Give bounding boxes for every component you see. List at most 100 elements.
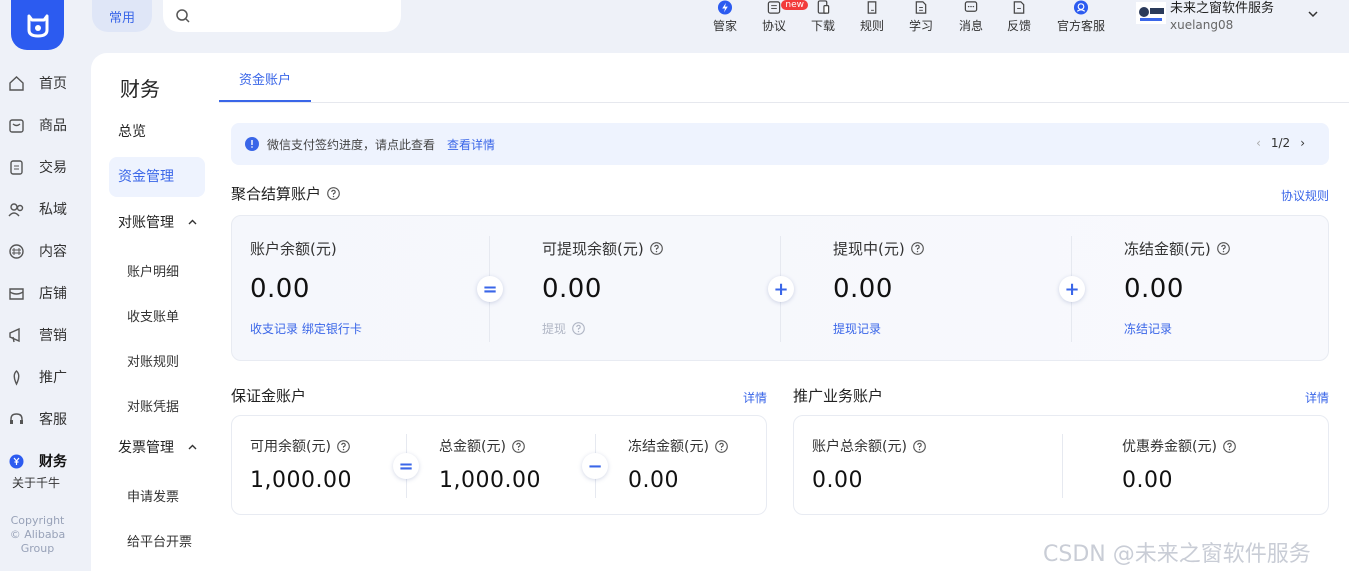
topnav-official-support[interactable]: 官方客服 — [1042, 0, 1120, 40]
sidebar-item-goods[interactable]: 商品 — [0, 104, 90, 146]
sidebar-item-customer-service[interactable]: 客服 — [0, 398, 90, 440]
subnav-invoice[interactable]: 发票管理 — [109, 428, 205, 468]
shop-icon — [9, 287, 24, 300]
search-box[interactable] — [163, 0, 401, 32]
income-record-link[interactable]: 收支记录 — [250, 322, 298, 336]
topnav-message[interactable]: 消息 — [946, 0, 996, 40]
sidebar-item-content[interactable]: 内容 — [0, 230, 90, 272]
agreement-icon — [767, 1, 781, 14]
withdrawable-cell: 可提现余额(元) 0.00 提现 — [542, 238, 663, 337]
topnav-rules[interactable]: 规则 — [848, 0, 896, 40]
help-icon[interactable] — [512, 439, 525, 453]
app-logo[interactable] — [11, 0, 64, 50]
sidebar-item-trade[interactable]: 交易 — [0, 146, 90, 188]
withdraw-record-link[interactable]: 提现记录 — [833, 320, 924, 337]
help-icon[interactable] — [572, 322, 585, 335]
info-icon — [245, 137, 259, 151]
agreement-rules-link[interactable]: 协议规则 — [1281, 187, 1329, 204]
subnav-platform-invoice[interactable]: 给平台开票 — [127, 531, 192, 550]
subnav-account-detail[interactable]: 账户明细 — [127, 261, 179, 280]
bind-bank-card-link[interactable]: 绑定银行卡 — [302, 322, 362, 336]
frozen-value: 0.00 — [628, 468, 679, 493]
message-icon — [964, 1, 978, 12]
help-icon[interactable] — [913, 439, 926, 453]
subnav-apply-invoice[interactable]: 申请发票 — [127, 486, 179, 505]
user-menu[interactable]: 未来之窗软件服务 xuelang08 — [1136, 0, 1274, 34]
search-input[interactable] — [197, 0, 401, 32]
frozen-label: 冻结金额(元) — [628, 439, 709, 455]
withdrawing-cell: 提现中(元) 0.00 提现记录 — [833, 238, 924, 337]
sidebar-item-shop[interactable]: 店铺 — [0, 272, 90, 314]
frozen-label: 冻结金额(元) — [1124, 240, 1211, 258]
sidebar-label: 财务 — [39, 454, 67, 470]
sidebar-label: 内容 — [39, 244, 67, 260]
promo-card: 账户总余额(元) 0.00 优惠券金额(元) 0.00 — [793, 415, 1329, 515]
topnav-label: 消息 — [958, 19, 983, 33]
topnav-label: 反馈 — [1006, 19, 1031, 33]
topnav-learn[interactable]: 学习 — [896, 0, 946, 40]
help-icon[interactable] — [715, 439, 728, 453]
balance-cell: 账户余额(元) 0.00 收支记录 绑定银行卡 — [250, 238, 362, 337]
subnav-title: 财务 — [120, 77, 160, 101]
frozen-value: 0.00 — [1124, 274, 1184, 304]
subnav-overview[interactable]: 总览 — [109, 112, 205, 152]
trade-icon — [10, 159, 23, 175]
home-icon — [9, 75, 24, 91]
balance-value: 0.00 — [250, 274, 310, 304]
topnav-label: 管家 — [712, 19, 737, 33]
shop-name: 未来之窗软件服务 — [1170, 1, 1275, 16]
topnav-agreement[interactable]: new 协议 — [750, 0, 808, 40]
notice-link[interactable]: 查看详情 — [447, 136, 495, 153]
topnav-download[interactable]: 下载 — [798, 0, 848, 40]
subnav-reconcile-rule[interactable]: 对账规则 — [127, 351, 179, 370]
deposit-frozen-cell: 冻结金额(元) 0.00 — [628, 436, 728, 493]
aggregate-card: 账户余额(元) 0.00 收支记录 绑定银行卡 = 可提现余额(元) 0.00 … — [231, 215, 1329, 361]
sidebar-item-private[interactable]: 私域 — [0, 188, 90, 230]
sidebar-label: 店铺 — [39, 286, 67, 302]
finance-icon — [9, 454, 24, 468]
subnav-bill[interactable]: 收支账单 — [127, 306, 179, 325]
pager-prev-icon[interactable]: ‹ — [1256, 136, 1261, 150]
coupon-value: 0.00 — [1122, 468, 1173, 493]
feedback-icon — [1013, 1, 1025, 14]
subnav-funds[interactable]: 资金管理 — [109, 157, 205, 197]
help-icon[interactable] — [649, 242, 663, 255]
promo-title: 推广业务账户 — [793, 387, 884, 405]
sidebar-label: 营销 — [39, 328, 67, 344]
plus-sign: + — [768, 276, 794, 302]
topnav-feedback[interactable]: 反馈 — [996, 0, 1042, 40]
sidebar-label: 商品 — [39, 118, 67, 134]
deposit-title: 保证金账户 — [231, 387, 307, 405]
help-icon[interactable] — [337, 439, 350, 453]
topnav-butler[interactable]: 管家 — [700, 0, 750, 40]
pager-next-icon[interactable]: › — [1300, 136, 1305, 150]
promo-total-label: 账户总余额(元) — [812, 439, 907, 455]
account-name: xuelang08 — [1170, 18, 1234, 32]
content-icon — [9, 243, 24, 259]
withdraw-button[interactable]: 提现 — [542, 320, 566, 337]
help-icon[interactable] — [327, 187, 340, 200]
promo-detail-link[interactable]: 详情 — [1305, 389, 1329, 406]
chevron-down-icon[interactable] — [1307, 8, 1319, 20]
copyright-line: Copyright — [10, 514, 65, 527]
sidebar-item-marketing[interactable]: 营销 — [0, 314, 90, 356]
help-icon[interactable] — [1223, 439, 1236, 453]
tab-funds-account[interactable]: 资金账户 — [219, 65, 311, 102]
common-button[interactable]: 常用 — [92, 0, 152, 32]
help-icon[interactable] — [1216, 242, 1230, 255]
divider — [1062, 434, 1063, 498]
subnav-reconcile[interactable]: 对账管理 — [109, 203, 205, 243]
shop-avatar — [1136, 2, 1166, 24]
content-panel: 财务 总览 资金管理 对账管理 账户明细 收支账单 对账规则 对账凭据 发票管理… — [91, 53, 1349, 571]
frozen-record-link[interactable]: 冻结记录 — [1124, 320, 1230, 337]
deposit-detail-link[interactable]: 详情 — [743, 389, 767, 406]
sidebar-item-home[interactable]: 首页 — [0, 62, 90, 104]
chevron-up-icon — [188, 219, 197, 225]
help-icon[interactable] — [910, 242, 924, 255]
sidebar-label: 推广 — [39, 370, 67, 386]
withdrawable-label: 可提现余额(元) — [542, 240, 644, 258]
about-qianniu-link[interactable]: 关于千牛 — [0, 474, 75, 491]
deposit-card: 可用余额(元) 1,000.00 = 总金额(元) 1,000.00 − 冻结金… — [231, 415, 767, 515]
subnav-voucher[interactable]: 对账凭据 — [127, 396, 179, 415]
sidebar-item-promotion[interactable]: 推广 — [0, 356, 90, 398]
